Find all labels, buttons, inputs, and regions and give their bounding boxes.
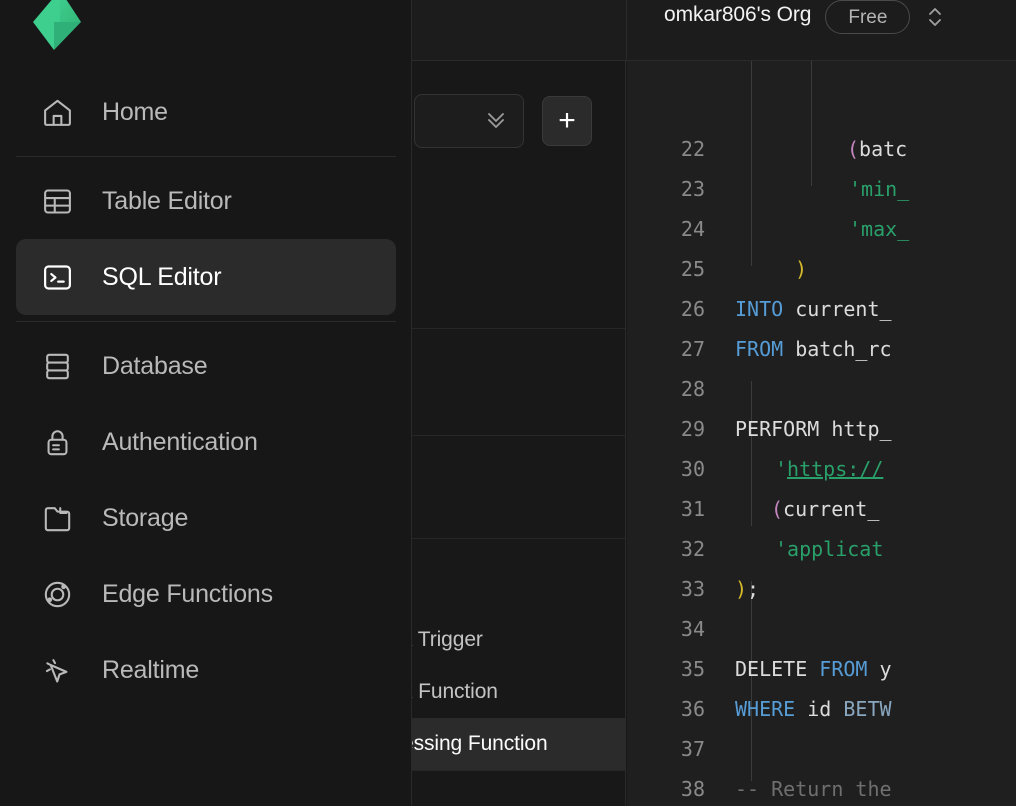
sidebar-item-database[interactable]: Database	[16, 328, 396, 404]
code-line: 30 (current_	[627, 409, 1016, 449]
sidebar-item-edge-functions[interactable]: Edge Functions	[16, 556, 396, 632]
chevrons-down-icon	[483, 106, 509, 137]
chevron-up-down-icon[interactable]	[924, 0, 946, 34]
code-line: 32 );	[627, 489, 1016, 529]
sidebar-item-authentication[interactable]: Authentication	[16, 404, 396, 480]
sidebar-item-label: Authentication	[102, 428, 258, 457]
code-line: 34 DELETE FROM y	[627, 569, 1016, 609]
sidebar-item-label: Database	[102, 352, 207, 381]
list-item[interactable]: essing Function	[412, 718, 626, 770]
top-bar: omkar806's Org Free	[412, 0, 1016, 61]
list-divider	[412, 770, 626, 771]
code-line: (batc	[627, 61, 1016, 89]
main-sidebar: Home Table Editor	[0, 0, 412, 806]
code-line: 36	[627, 649, 1016, 689]
code-line: 37 -- Return the	[627, 689, 1016, 729]
plan-badge: Free	[825, 0, 910, 34]
edge-functions-icon	[39, 576, 76, 613]
code-line: 23 'max_	[627, 129, 1016, 169]
code-line: 22 'min_	[627, 89, 1016, 129]
sidebar-item-label: Realtime	[102, 656, 199, 685]
sidebar-item-table-editor[interactable]: Table Editor	[16, 163, 396, 239]
code-line: 25 INTO current_	[627, 209, 1016, 249]
sidebar-item-storage[interactable]: Storage	[16, 480, 396, 556]
sidebar-item-label: Edge Functions	[102, 580, 273, 609]
code-line: 28 PERFORM http_	[627, 329, 1016, 369]
cursor-wave-icon	[39, 652, 76, 689]
sidebar-item-label: SQL Editor	[102, 263, 221, 292]
home-icon	[39, 94, 76, 131]
sidebar-item-realtime[interactable]: Realtime	[16, 632, 396, 708]
code-line: 33	[627, 529, 1016, 569]
sidebar-item-sql-editor[interactable]: SQL Editor	[16, 239, 396, 315]
sidebar-item-label: Storage	[102, 504, 188, 533]
sql-editor-sidebar: + k Trigger k Function essing Function	[412, 61, 626, 806]
code-line: 39 END;	[627, 769, 1016, 806]
sidebar-item-home[interactable]: Home	[16, 74, 396, 150]
code-line: 29 'https://	[627, 369, 1016, 409]
sql-code-editor[interactable]: (batc 22 'min_ 23 'max_ 24 ) 25 INTO cur…	[627, 61, 1016, 806]
sql-sidebar-section-1	[412, 328, 626, 435]
supabase-dashboard: omkar806's Org Free +	[0, 0, 1016, 806]
list-item[interactable]: k Trigger	[412, 614, 626, 666]
code-line: 35 WHERE id BETW	[627, 609, 1016, 649]
sql-sidebar-toolbar: +	[412, 93, 626, 149]
code-line: 31 'applicat	[627, 449, 1016, 489]
sidebar-item-label: Table Editor	[102, 187, 232, 216]
list-item[interactable]: k Function	[412, 666, 626, 718]
new-query-button[interactable]: +	[542, 96, 592, 146]
organization-name: omkar806's Org	[664, 0, 811, 30]
sidebar-divider	[16, 156, 396, 157]
sidebar-item-label: Home	[102, 98, 168, 127]
code-line: 38 RETURN curren	[627, 729, 1016, 769]
topbar-divider	[626, 0, 627, 61]
table-icon	[39, 183, 76, 220]
saved-queries-list: k Trigger k Function essing Function	[412, 614, 626, 771]
terminal-icon	[39, 259, 76, 296]
sidebar-nav: Home Table Editor	[0, 74, 412, 708]
supabase-logo-icon[interactable]	[31, 0, 83, 56]
code-line: 26 FROM batch_rc	[627, 249, 1016, 289]
code-line: 24 )	[627, 169, 1016, 209]
organization-selector[interactable]: omkar806's Org Free	[664, 0, 946, 61]
lock-icon	[39, 424, 76, 461]
sidebar-divider	[16, 321, 396, 322]
database-icon	[39, 348, 76, 385]
sql-sidebar-section-2	[412, 435, 626, 538]
folder-icon	[39, 500, 76, 537]
sql-filter-select[interactable]	[414, 94, 524, 148]
code-line: 27	[627, 289, 1016, 329]
